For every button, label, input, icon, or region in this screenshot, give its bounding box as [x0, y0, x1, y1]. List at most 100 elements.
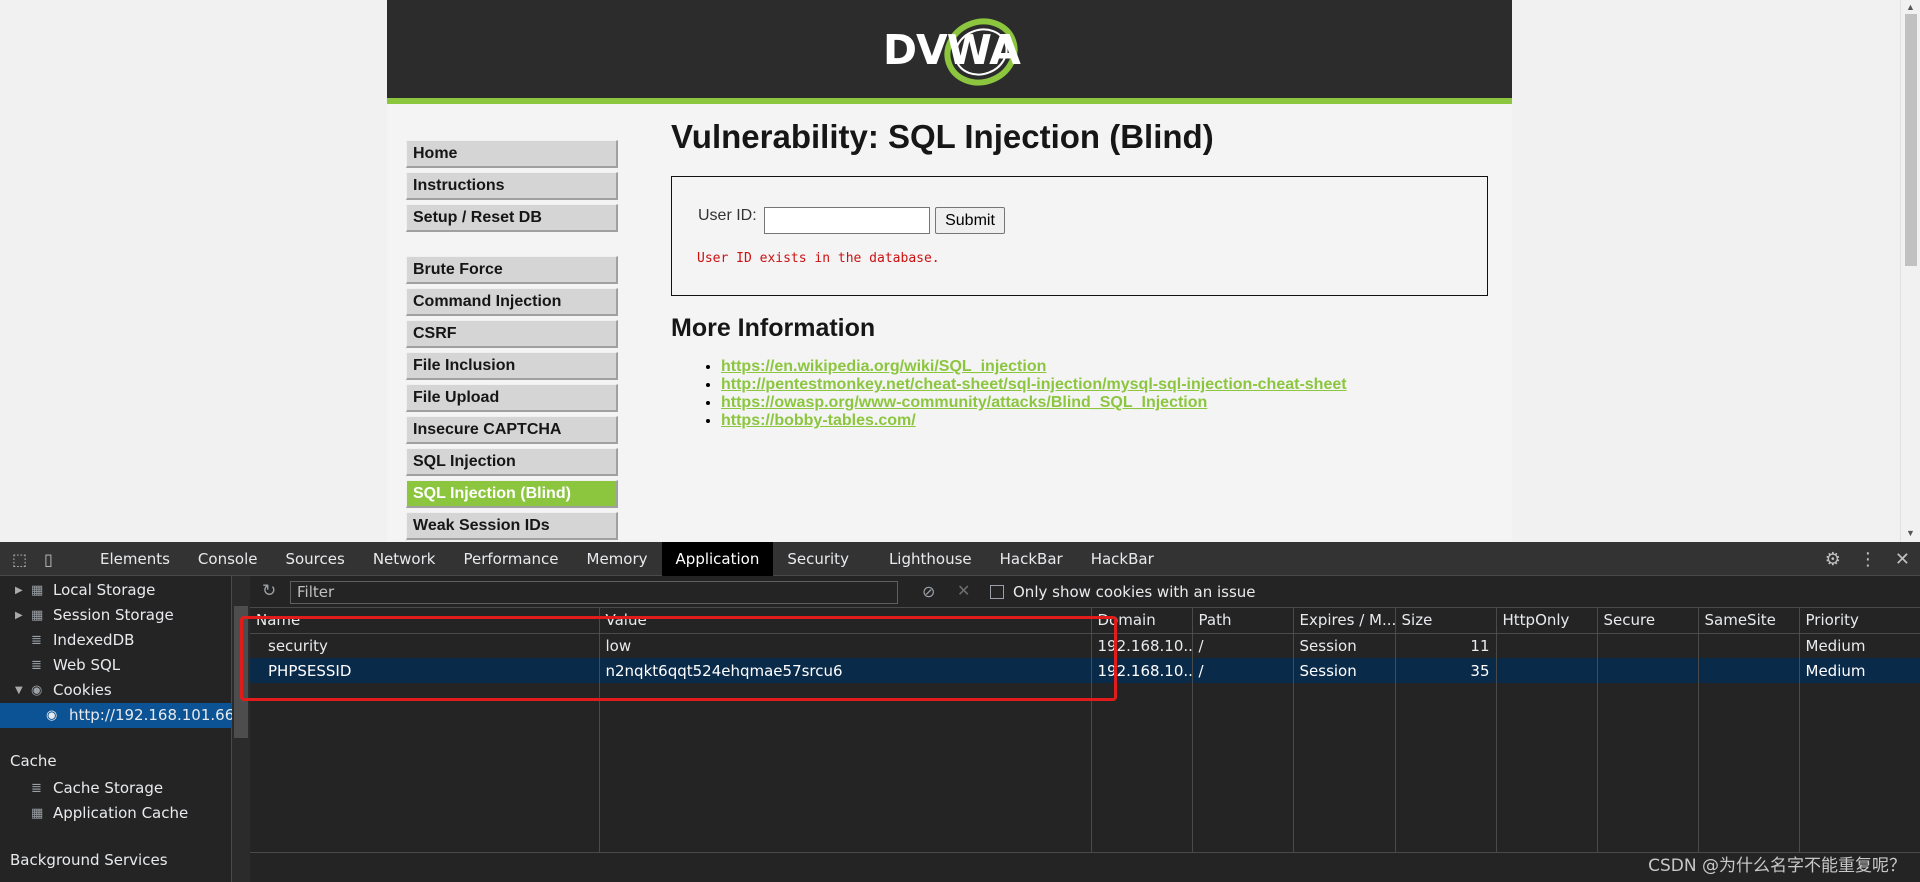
scroll-up-icon[interactable]: ▲ — [1906, 2, 1915, 12]
sidebar-item-indexeddb[interactable]: ≣ IndexedDB — [0, 628, 232, 653]
list-item: https://owasp.org/www-community/attacks/… — [721, 394, 1347, 412]
tab-console[interactable]: Console — [184, 542, 272, 576]
sidebar-item-session-storage[interactable]: ▶ ▦ Session Storage — [0, 603, 232, 628]
more-options-icon[interactable]: ⋮ — [1859, 549, 1877, 570]
main-content: Vulnerability: SQL Injection (Blind) Use… — [671, 118, 1491, 429]
sidebar-item-label: Cache Storage — [53, 779, 164, 797]
sidebar-item-web-sql[interactable]: ≣ Web SQL — [0, 653, 232, 678]
user-id-input[interactable] — [764, 207, 930, 234]
submit-button[interactable]: Submit — [935, 207, 1005, 234]
only-issue-checkbox[interactable] — [990, 585, 1004, 599]
tab-sources[interactable]: Sources — [271, 542, 358, 576]
expand-arrow-icon[interactable]: ▶ — [15, 603, 23, 628]
tab-memory[interactable]: Memory — [573, 542, 662, 576]
page-viewport: DVWA Home Instructions Setup / Reset DB … — [0, 0, 1920, 542]
list-item: https://bobby-tables.com/ — [721, 412, 1347, 430]
tab-application[interactable]: Application — [661, 542, 774, 576]
clear-all-icon[interactable]: ⊘ — [922, 582, 935, 601]
tab-lighthouse[interactable]: Lighthouse — [875, 542, 986, 576]
sidebar-item-label: IndexedDB — [53, 631, 135, 649]
menu-item-file-inclusion[interactable]: File Inclusion — [406, 352, 618, 380]
only-issue-label: Only show cookies with an issue — [1013, 583, 1256, 601]
cookie-path: / — [1192, 658, 1294, 683]
sidebar-item-label: Local Storage — [53, 581, 156, 599]
page-scrollbar-thumb[interactable] — [1905, 14, 1917, 266]
collapse-arrow-icon[interactable]: ▼ — [15, 678, 23, 703]
watermark-text: CSDN @为什么名字不能重复呢？ — [1648, 856, 1906, 876]
dvwa-menu: Home Instructions Setup / Reset DB Brute… — [406, 140, 618, 542]
column-header-path[interactable]: Path — [1192, 608, 1294, 634]
link-owasp[interactable]: https://owasp.org/www-community/attacks/… — [721, 394, 1207, 411]
cookie-icon: ◉ — [46, 708, 58, 723]
device-toolbar-icon[interactable]: ▯ — [44, 550, 53, 569]
column-header-samesite[interactable]: SameSite — [1698, 608, 1800, 634]
menu-item-command-injection[interactable]: Command Injection — [406, 288, 618, 316]
menu-item-csrf[interactable]: CSRF — [406, 320, 618, 348]
storage-grid-icon: ▦ — [31, 608, 44, 623]
menu-item-file-upload[interactable]: File Upload — [406, 384, 618, 412]
menu-item-sql-injection[interactable]: SQL Injection — [406, 448, 618, 476]
cookie-path: / — [1192, 633, 1294, 658]
database-icon: ≣ — [31, 781, 42, 796]
cookie-samesite — [1698, 633, 1800, 658]
menu-item-sql-injection-blind[interactable]: SQL Injection (Blind) — [406, 480, 618, 508]
menu-item-brute-force[interactable]: Brute Force — [406, 256, 618, 284]
column-header-httponly[interactable]: HttpOnly — [1496, 608, 1598, 634]
column-header-expires[interactable]: Expires / M... — [1293, 608, 1396, 634]
sidebar-item-cookie-origin[interactable]: ◉ http://192.168.101.66 — [0, 703, 234, 728]
sidebar-item-label: Application Cache — [53, 804, 189, 822]
sidebar-item-cache-storage[interactable]: ≣ Cache Storage — [0, 776, 232, 801]
tab-network[interactable]: Network — [359, 542, 450, 576]
sidebar-item-local-storage[interactable]: ▶ ▦ Local Storage — [0, 578, 232, 603]
sqli-form: User ID: Submit User ID exists in the da… — [671, 176, 1488, 296]
cookie-size: 11 — [1395, 633, 1497, 658]
menu-item-weak-session-ids[interactable]: Weak Session IDs — [406, 512, 618, 540]
column-header-size[interactable]: Size — [1395, 608, 1497, 634]
tab-hackbar[interactable]: HackBar — [986, 542, 1077, 576]
table-filler-row — [250, 683, 1920, 852]
cookie-icon: ◉ — [31, 683, 43, 698]
cookies-toolbar: ↻ Filter ⊘ ✕ Only show cookies with an i… — [250, 576, 1920, 608]
dvwa-logo-text: DVWA — [883, 26, 1021, 74]
column-header-priority[interactable]: Priority — [1799, 608, 1920, 634]
application-sidebar: ▶ ▦ Local Storage ▶ ▦ Session Storage ≣ … — [0, 576, 234, 882]
sidebar-item-cookies[interactable]: ▼ ◉ Cookies — [0, 678, 232, 703]
cookie-httponly — [1496, 658, 1598, 683]
cookie-priority: Medium — [1799, 658, 1920, 683]
link-pentestmonkey[interactable]: http://pentestmonkey.net/cheat-sheet/sql… — [721, 376, 1347, 393]
filter-input[interactable]: Filter — [290, 581, 898, 604]
cookie-samesite — [1698, 658, 1800, 683]
dvwa-page: DVWA Home Instructions Setup / Reset DB … — [387, 0, 1512, 542]
storage-grid-icon: ▦ — [31, 583, 44, 598]
sidebar-section-background-services: Background Services — [10, 851, 168, 869]
list-item: http://pentestmonkey.net/cheat-sheet/sql… — [721, 376, 1347, 394]
close-icon[interactable]: ✕ — [1895, 549, 1910, 570]
list-item: https://en.wikipedia.org/wiki/SQL_inject… — [721, 358, 1347, 376]
menu-item-home[interactable]: Home — [406, 140, 618, 168]
delete-selected-icon[interactable]: ✕ — [957, 581, 970, 600]
scroll-down-icon[interactable]: ▼ — [1906, 528, 1915, 538]
menu-item-insecure-captcha[interactable]: Insecure CAPTCHA — [406, 416, 618, 444]
tab-performance[interactable]: Performance — [449, 542, 572, 576]
user-id-label: User ID: — [698, 207, 757, 224]
tab-hackbar-2[interactable]: HackBar — [1077, 542, 1168, 576]
link-wikipedia[interactable]: https://en.wikipedia.org/wiki/SQL_inject… — [721, 358, 1046, 375]
devtools-tabbar: ⬚ ▯ Elements Console Sources Network Per… — [0, 542, 1920, 576]
storage-grid-icon: ▦ — [31, 806, 44, 821]
link-bobby-tables[interactable]: https://bobby-tables.com/ — [721, 412, 916, 429]
more-information-links: https://en.wikipedia.org/wiki/SQL_inject… — [701, 358, 1347, 430]
menu-item-setup-reset-db[interactable]: Setup / Reset DB — [406, 204, 618, 232]
devtools-actions: ⚙ ⋮ ✕ — [1825, 542, 1910, 576]
menu-item-instructions[interactable]: Instructions — [406, 172, 618, 200]
sidebar-item-label: Session Storage — [53, 606, 174, 624]
sidebar-item-application-cache[interactable]: ▦ Application Cache — [0, 801, 232, 826]
tab-security[interactable]: Security — [773, 542, 875, 576]
inspect-element-icon[interactable]: ⬚ — [12, 550, 27, 569]
expand-arrow-icon[interactable]: ▶ — [15, 578, 23, 603]
tab-elements[interactable]: Elements — [86, 542, 184, 576]
page-scrollbar[interactable]: ▲ ▼ — [1900, 0, 1920, 542]
result-message: User ID exists in the database. — [697, 251, 940, 266]
settings-gear-icon[interactable]: ⚙ — [1825, 549, 1841, 570]
refresh-icon[interactable]: ↻ — [262, 581, 276, 601]
column-header-secure[interactable]: Secure — [1597, 608, 1699, 634]
